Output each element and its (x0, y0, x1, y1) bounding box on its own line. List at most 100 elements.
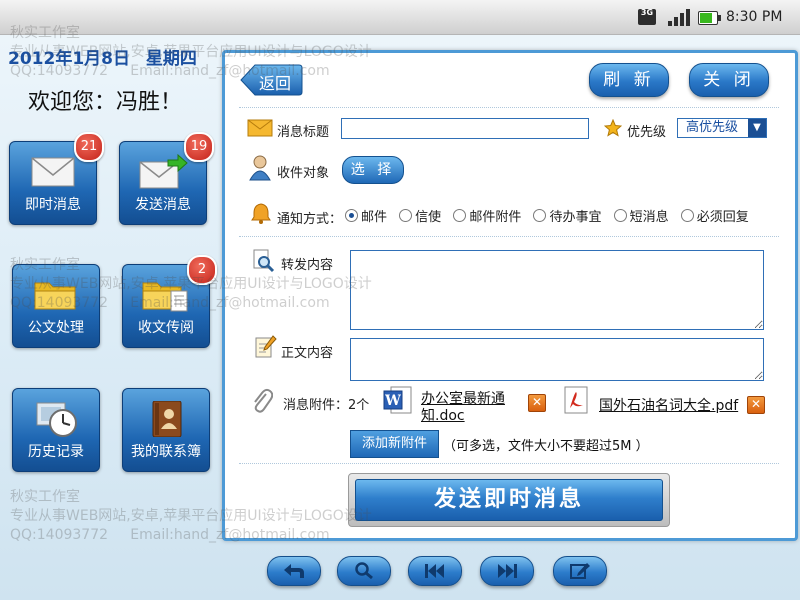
option-label: 邮件 (361, 210, 388, 225)
radio-button[interactable] (453, 209, 467, 222)
bottom-edit-button[interactable] (553, 556, 607, 586)
mail-icon (247, 119, 273, 137)
send-button-frame: 发送即时消息 (348, 473, 670, 527)
send-mail-icon (139, 154, 188, 189)
remove-attachment-button[interactable]: ✕ (747, 396, 765, 414)
forward-content-label: 转发内容 (281, 258, 334, 273)
remove-attachment-button[interactable]: ✕ (528, 394, 546, 412)
notify-option-messenger[interactable]: 信使 (399, 206, 441, 225)
pdf-icon (564, 386, 588, 414)
notify-options: 邮件 信使 邮件附件 待办事宜 短消息 必须回复 (345, 206, 757, 225)
divider (239, 107, 779, 108)
option-label: 邮件附件 (469, 210, 522, 225)
bottom-next-button[interactable] (480, 556, 534, 586)
welcome-text: 欢迎您：冯胜！ (28, 90, 183, 115)
battery-icon (698, 11, 721, 25)
option-label: 必须回复 (696, 210, 749, 225)
date-weekday: 星期四 (145, 49, 197, 69)
attachments-label: 消息附件：2个 (283, 398, 370, 413)
notify-option-sms[interactable]: 短消息 (613, 206, 669, 225)
folder-icon (34, 282, 76, 310)
attachment-file-link[interactable]: 办公室最新通 知.doc (421, 391, 505, 425)
watermark-studio: 秋实工作室 (10, 489, 80, 505)
tile-instant-message[interactable]: 即时消息 21 (9, 132, 104, 225)
edit-icon (570, 563, 590, 579)
option-label: 信使 (415, 210, 442, 225)
notify-option-must-reply[interactable]: 必须回复 (680, 206, 749, 225)
radio-button[interactable] (399, 209, 413, 222)
bottom-previous-button[interactable] (408, 556, 462, 586)
clock-time: 8:30 PM (726, 9, 783, 25)
clock-icon (36, 402, 77, 437)
close-button[interactable]: 关 闭 (689, 63, 769, 97)
star-icon (604, 119, 622, 137)
search-icon (355, 562, 373, 580)
date-display: 2012年1月8日 星期四 (8, 44, 197, 69)
svg-text:W: W (384, 393, 401, 409)
notify-label: 通知方式： (277, 212, 343, 227)
envelope-icon (31, 157, 75, 187)
message-compose-panel: 返回 刷 新 关 闭 消息标题 优先级 高优先级 ▼ 收件对象 选 择 通知方式… (222, 50, 798, 541)
paperclip-icon (254, 388, 273, 413)
add-attachment-button[interactable]: 添加新附件 (350, 430, 439, 458)
divider (239, 463, 779, 464)
user-icon (249, 155, 271, 181)
tile-label: 历史记录 (28, 444, 84, 460)
date-month-day: 1月8日 (72, 49, 130, 69)
tile-label: 即时消息 (25, 197, 81, 213)
tile-contacts[interactable]: 我的联系簿 (122, 388, 210, 472)
contacts-book-icon (152, 401, 182, 437)
notify-option-email[interactable]: 邮件 (345, 206, 387, 225)
magnifier-document-icon (253, 249, 275, 273)
priority-value: 高优先级 (686, 120, 739, 135)
skip-back-icon (425, 564, 444, 578)
folder-document-icon (142, 282, 188, 312)
body-content-label: 正文内容 (281, 346, 334, 361)
tile-label: 发送消息 (135, 197, 191, 213)
notify-option-email-attachment[interactable]: 邮件附件 (453, 206, 521, 225)
attachment-name-line1: 办公室最新通 (421, 391, 505, 407)
signal-icon (668, 8, 690, 26)
network-3g-icon: 3G (638, 9, 656, 25)
date-year: 2012年 (8, 49, 73, 69)
status-bar: 3G 8:30 PM (0, 0, 800, 35)
tile-label: 收文传阅 (138, 320, 194, 336)
option-label: 短消息 (629, 210, 669, 225)
send-instant-message-button[interactable]: 发送即时消息 (355, 479, 663, 521)
subject-label: 消息标题 (277, 125, 330, 140)
unread-count-badge: 19 (184, 132, 214, 162)
choose-recipients-button[interactable]: 选 择 (342, 156, 404, 184)
tile-label: 我的联系簿 (131, 444, 201, 460)
forward-content-textarea[interactable] (350, 250, 764, 330)
note-pencil-icon (255, 335, 277, 358)
tile-document-processing[interactable]: 公文处理 (12, 264, 100, 348)
back-arrow-icon (284, 564, 304, 578)
bell-icon (251, 203, 271, 224)
radio-button[interactable] (345, 209, 358, 222)
dropdown-arrow-icon: ▼ (748, 119, 766, 137)
recipients-label: 收件对象 (277, 166, 330, 181)
word-doc-icon: W (383, 386, 412, 414)
priority-label: 优先级 (627, 125, 667, 140)
bottom-search-button[interactable] (337, 556, 391, 586)
tile-document-circulation[interactable]: 收文传阅 2 (122, 255, 217, 348)
radio-button[interactable] (680, 209, 694, 222)
subject-input[interactable] (341, 118, 589, 139)
attachment-file-link[interactable]: 国外石油名词大全.pdf (599, 395, 738, 415)
bottom-back-button[interactable] (267, 556, 321, 586)
tile-send-message[interactable]: 发送消息 19 (119, 132, 214, 225)
refresh-button[interactable]: 刷 新 (589, 63, 669, 97)
attachment-hint: （可多选，文件大小不要超过5M ） (443, 439, 649, 454)
attachment-name-line2: 知.doc (421, 408, 465, 424)
body-content-textarea[interactable] (350, 338, 764, 381)
tile-label: 公文处理 (28, 320, 84, 336)
radio-button[interactable] (613, 209, 627, 222)
unread-count-badge: 2 (187, 255, 217, 285)
radio-button[interactable] (533, 209, 547, 222)
priority-select[interactable]: 高优先级 ▼ (677, 118, 767, 138)
notify-option-todo[interactable]: 待办事宜 (533, 206, 601, 225)
unread-count-badge: 21 (74, 132, 104, 162)
back-label: 返回 (259, 74, 292, 93)
back-button[interactable]: 返回 (239, 63, 303, 97)
tile-history[interactable]: 历史记录 (12, 388, 100, 472)
